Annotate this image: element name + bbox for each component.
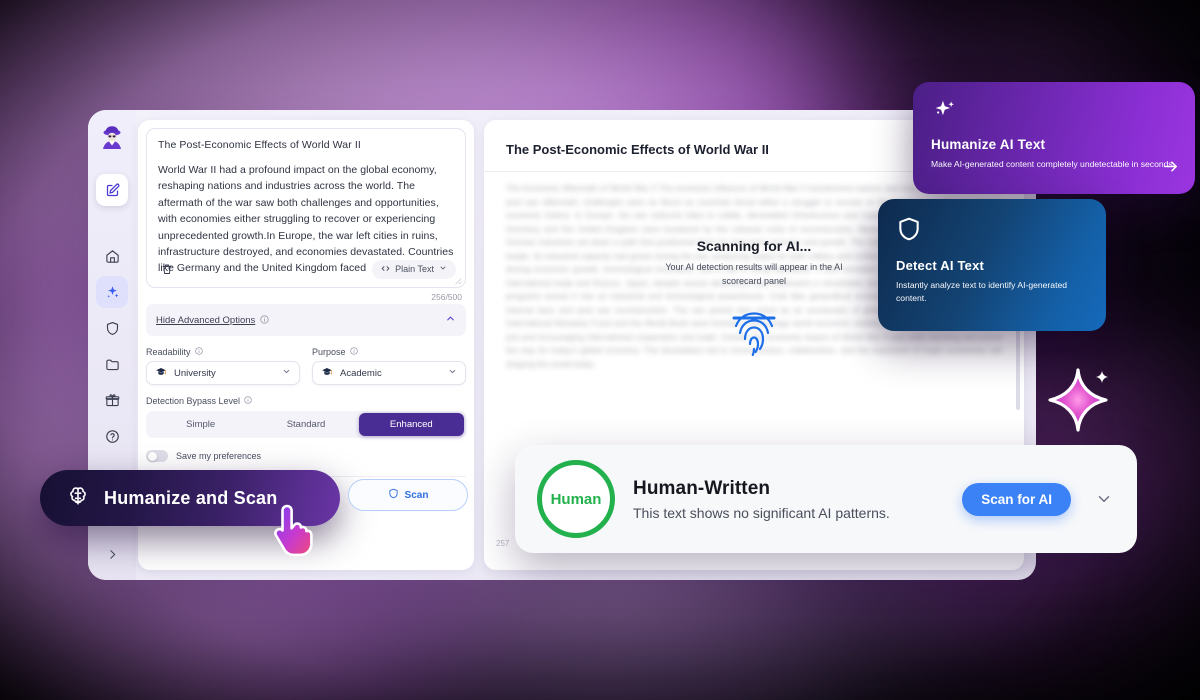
code-brackets-icon [381,264,390,275]
shield-icon [896,217,922,247]
editor-title: The Post-Economic Effects of World War I… [158,139,361,151]
fingerprint-scan-icon [723,302,785,360]
bypass-option-standard[interactable]: Standard [253,413,358,436]
feature-title: Humanize AI Text [931,137,1046,152]
result-subtitle: This text shows no significant AI patter… [633,504,890,521]
bypass-level-segmented-control: Simple Standard Enhanced [146,411,466,438]
chevron-down-icon [448,367,457,379]
text-editor[interactable]: The Post-Economic Effects of World War I… [146,128,466,288]
info-icon[interactable] [260,311,269,329]
scanning-subtitle: Your AI detection results will appear in… [665,262,843,286]
graduation-cap-icon [321,366,333,381]
scan-for-ai-button[interactable]: Scan for AI [962,482,1071,516]
resize-handle[interactable] [454,277,462,285]
format-label: Plain Text [395,264,434,274]
purpose-label-row: Purpose [312,347,466,357]
feature-description: Instantly analyze text to identify AI-ge… [896,280,1068,303]
preview-page-number: 257 [496,539,510,548]
purpose-value: Academic [340,367,382,379]
chevron-down-icon [282,367,291,379]
readability-select[interactable]: University [146,361,300,385]
feature-card-humanize[interactable]: Humanize AI Text Make AI-generated conte… [913,82,1195,194]
chevron-down-icon[interactable] [1089,490,1119,508]
feature-title: Detect AI Text [896,258,985,273]
info-icon[interactable] [349,347,358,357]
bypass-label-row: Detection Bypass Level [146,396,466,406]
purpose-label: Purpose [312,347,346,357]
advanced-options-label: Hide Advanced Options [156,314,256,326]
sparkles-icon [931,100,957,128]
sidebar-item-rewards[interactable] [96,384,128,416]
bypass-label: Detection Bypass Level [146,396,241,406]
purpose-field: Purpose Academic [312,347,466,385]
sidebar-item-compose[interactable] [96,174,128,206]
chevron-up-icon[interactable] [445,311,456,329]
character-counter: 256/500 [431,292,462,302]
save-preferences-toggle[interactable] [146,450,168,462]
scan-button[interactable]: Scan [348,479,468,511]
sidebar-item-folders[interactable] [96,348,128,380]
cta-label: Humanize and Scan [104,487,278,508]
advanced-options-header[interactable]: Hide Advanced Options [146,304,466,336]
sidebar-item-home[interactable] [96,240,128,272]
pointer-hand-cursor-icon [270,502,322,558]
trash-icon[interactable] [156,258,178,280]
info-icon[interactable] [194,347,203,357]
detective-logo[interactable] [96,124,128,156]
result-text-block: Human-Written This text shows no signifi… [633,478,944,521]
feature-description: Make AI-generated content completely und… [931,159,1176,169]
info-icon[interactable] [244,396,252,406]
format-dropdown[interactable]: Plain Text [372,259,456,279]
brain-icon [66,484,90,513]
chevron-down-icon [439,264,447,274]
feature-card-detect[interactable]: Detect AI Text Instantly analyze text to… [878,199,1106,331]
scan-button-label: Scan [404,489,429,501]
options-row: Readability University Purpose Academic [146,347,466,385]
bypass-option-enhanced[interactable]: Enhanced [358,413,464,436]
four-point-star-small-icon [1095,370,1109,384]
sidebar-expand-button[interactable] [96,538,128,570]
save-preferences-row: Save my preferences [146,450,466,462]
result-title: Human-Written [633,477,771,499]
arrow-right-icon[interactable] [1162,158,1179,180]
editor-toolbar: Plain Text [156,258,456,280]
bypass-option-simple[interactable]: Simple [148,413,253,436]
graduation-cap-icon [155,366,167,381]
purpose-select[interactable]: Academic [312,361,466,385]
result-card: Human Human-Written This text shows no s… [515,445,1137,553]
readability-label-row: Readability [146,347,300,357]
human-score-badge: Human [537,460,615,538]
readability-value: University [174,367,216,379]
advanced-options-toggle[interactable]: Hide Advanced Options [156,311,269,329]
save-preferences-label: Save my preferences [176,451,262,461]
readability-field: Readability University [146,347,300,385]
readability-label: Readability [146,347,191,357]
sidebar-item-help[interactable] [96,420,128,452]
shield-icon [388,488,399,502]
sidebar-item-detect[interactable] [96,312,128,344]
sidebar-item-humanize[interactable] [96,276,128,308]
